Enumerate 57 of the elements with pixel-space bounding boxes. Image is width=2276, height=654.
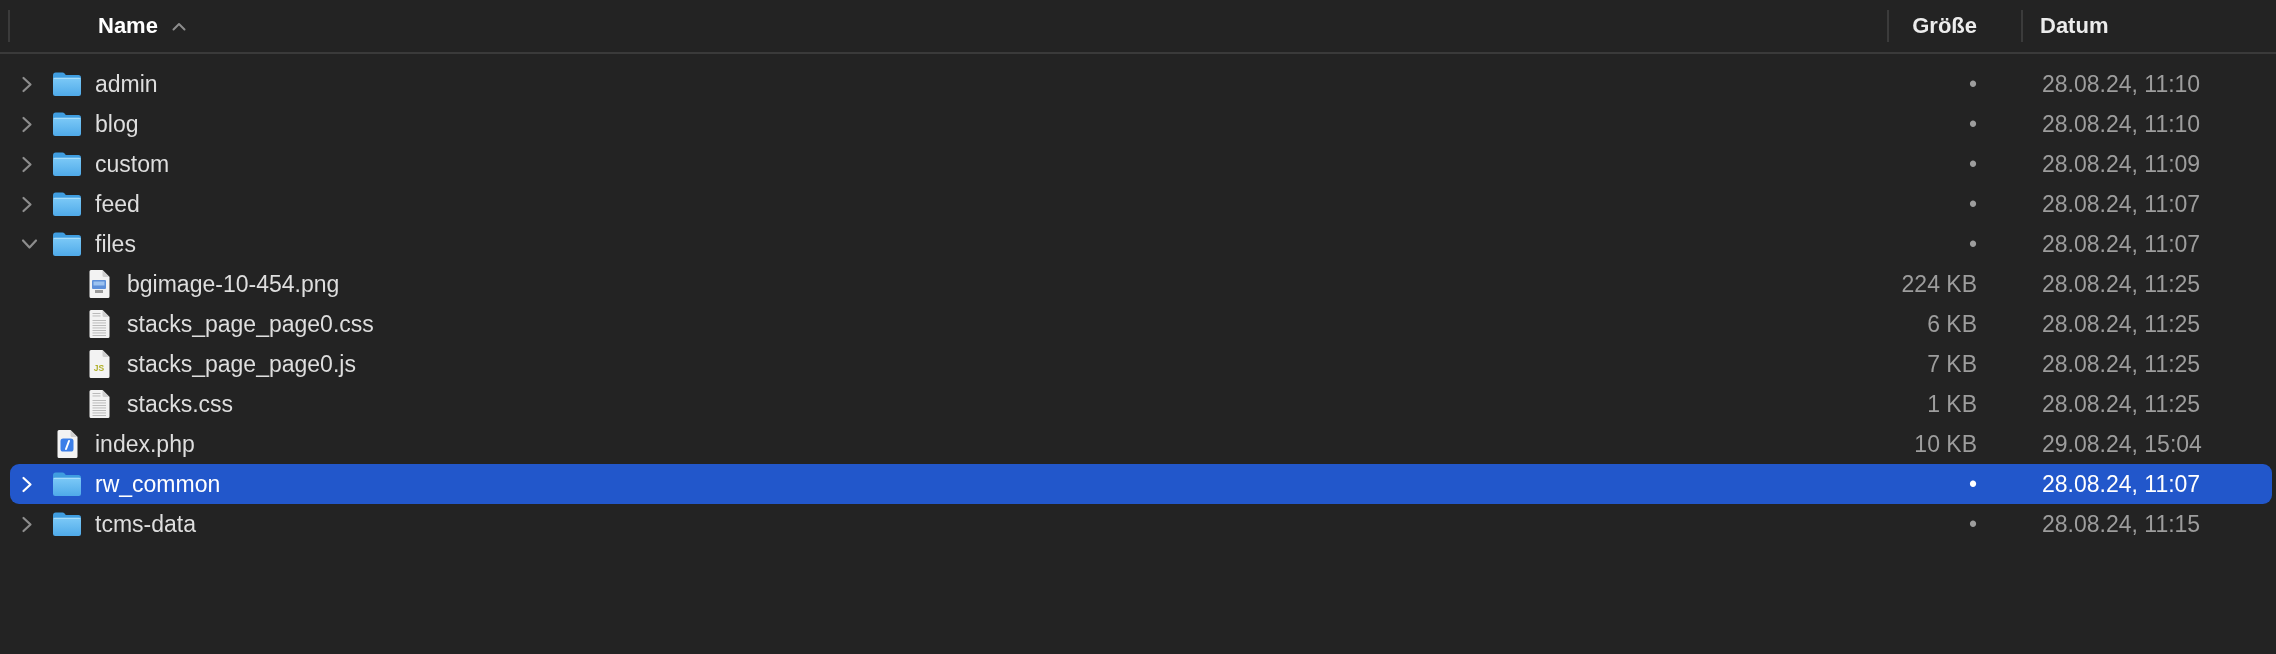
date-column-header[interactable]: Datum [2040, 13, 2109, 39]
folder-icon [52, 191, 82, 217]
file-name[interactable]: bgimage-10-454.png [127, 270, 340, 298]
folder-name[interactable]: custom [95, 150, 170, 178]
folder-name[interactable]: tcms-data [95, 510, 196, 538]
file-size: • [1968, 470, 1977, 498]
folder-icon [52, 511, 82, 537]
modified-date: 28.08.24, 11:07 [2042, 230, 2201, 257]
folder-icon [52, 471, 82, 497]
file-size: 224 KB [1901, 270, 1977, 298]
chevron-right-icon[interactable] [21, 115, 33, 133]
file-size: 6 KB [1927, 310, 1977, 338]
folder-icon [52, 71, 82, 97]
file-size: • [1968, 510, 1977, 538]
chevron-right-icon[interactable] [21, 75, 33, 93]
text-file-icon [87, 309, 111, 339]
file-size: 10 KB [1914, 430, 1977, 458]
chevron-down-icon[interactable] [21, 238, 38, 250]
modified-date: 28.08.24, 11:25 [2042, 270, 2201, 297]
modified-date: 28.08.24, 11:10 [2042, 110, 2201, 137]
modified-date: 28.08.24, 11:15 [2042, 510, 2201, 537]
chevron-right-icon[interactable] [21, 515, 33, 533]
file-name[interactable]: stacks_page_page0.css [127, 310, 374, 338]
text-file-icon [87, 389, 111, 419]
file-size: • [1968, 70, 1977, 98]
php-file-icon [55, 429, 79, 459]
folder-name[interactable]: blog [95, 110, 139, 138]
modified-date: 28.08.24, 11:07 [2042, 190, 2201, 217]
modified-date: 29.08.24, 15:04 [2042, 430, 2202, 457]
folder-name[interactable]: admin [95, 70, 158, 98]
image-file-icon [87, 269, 111, 299]
modified-date: 28.08.24, 11:07 [2042, 470, 2201, 497]
folder-name[interactable]: feed [95, 190, 140, 218]
modified-date: 28.08.24, 11:09 [2042, 150, 2201, 177]
chevron-right-icon[interactable] [21, 195, 33, 213]
file-size: • [1968, 110, 1977, 138]
size-column-header[interactable]: Größe [1912, 13, 1977, 39]
folder-name[interactable]: files [95, 230, 136, 258]
chevron-right-icon[interactable] [21, 155, 33, 173]
modified-date: 28.08.24, 11:25 [2042, 350, 2201, 377]
folder-icon [52, 231, 82, 257]
file-name[interactable]: stacks.css [127, 390, 234, 418]
file-size: • [1968, 190, 1977, 218]
modified-date: 28.08.24, 11:25 [2042, 390, 2201, 417]
folder-icon [52, 111, 82, 137]
modified-date: 28.08.24, 11:25 [2042, 310, 2201, 337]
file-size: 7 KB [1927, 350, 1977, 378]
js-file-icon: JS [87, 349, 111, 379]
name-column-header[interactable]: Name [98, 13, 186, 39]
folder-icon [52, 151, 82, 177]
file-size: 1 KB [1927, 390, 1977, 418]
modified-date: 28.08.24, 11:10 [2042, 70, 2201, 97]
folder-name[interactable]: rw_common [95, 470, 221, 498]
file-size: • [1968, 150, 1977, 178]
file-name[interactable]: index.php [95, 430, 195, 458]
file-name[interactable]: stacks_page_page0.js [127, 350, 356, 378]
file-size: • [1968, 230, 1977, 258]
